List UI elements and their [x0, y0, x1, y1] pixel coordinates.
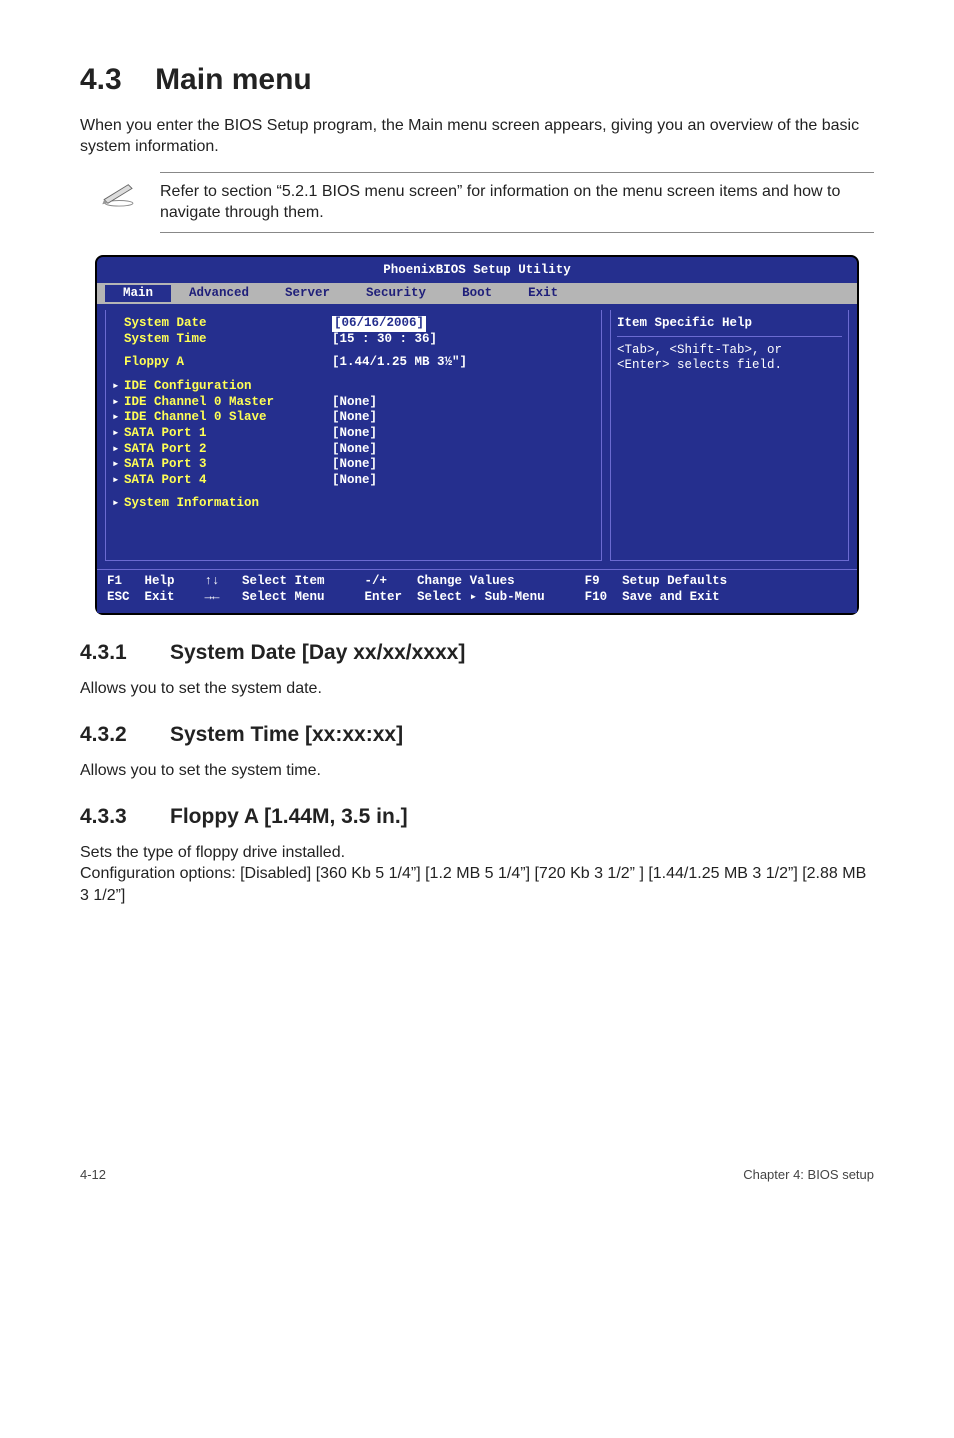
- menu-tab-boot[interactable]: Boot: [444, 285, 510, 303]
- field-label[interactable]: IDE Channel 0 Master: [112, 395, 332, 411]
- subsection-number: 4.3.2: [80, 721, 170, 749]
- bios-help-panel: Item Specific Help <Tab>, <Shift-Tab>, o…: [610, 310, 849, 561]
- subsection-body: Allows you to set the system time.: [80, 760, 874, 782]
- chapter-label: Chapter 4: BIOS setup: [743, 1166, 874, 1184]
- field-label[interactable]: IDE Channel 0 Slave: [112, 410, 332, 426]
- menu-tab-advanced[interactable]: Advanced: [171, 285, 267, 303]
- page-footer: 4-12 Chapter 4: BIOS setup: [80, 1166, 874, 1184]
- subsection-number: 4.3.3: [80, 803, 170, 831]
- menu-tab-main[interactable]: Main: [105, 285, 171, 303]
- subsection-heading: 4.3.1System Date [Day xx/xx/xxxx]: [80, 639, 874, 667]
- subsection-heading: 4.3.3Floppy A [1.44M, 3.5 in.]: [80, 803, 874, 831]
- subsection-body: Sets the type of floppy drive installed.…: [80, 842, 874, 907]
- menu-tab-exit[interactable]: Exit: [510, 285, 576, 303]
- key-col-3: F9 Setup Defaults F10 Save and Exit: [585, 574, 728, 605]
- field-label[interactable]: System Time: [112, 332, 332, 348]
- note-block: Refer to section “5.2.1 BIOS menu screen…: [160, 172, 874, 233]
- field-value[interactable]: [None]: [332, 442, 377, 458]
- intro-paragraph: When you enter the BIOS Setup program, t…: [80, 115, 874, 158]
- menu-tab-server[interactable]: Server: [267, 285, 348, 303]
- bios-screen: PhoenixBIOS Setup Utility MainAdvancedSe…: [95, 255, 859, 616]
- menu-tab-security[interactable]: Security: [348, 285, 444, 303]
- page-number: 4-12: [80, 1166, 106, 1184]
- subsection-body: Allows you to set the system date.: [80, 678, 874, 700]
- field-value[interactable]: [None]: [332, 410, 377, 426]
- pencil-icon: [100, 181, 138, 207]
- note-text: Refer to section “5.2.1 BIOS menu screen…: [160, 181, 874, 224]
- bios-key-bar: F1 Help ↑↓ Select Item ESC Exit →← Selec…: [97, 569, 857, 613]
- help-body: <Tab>, <Shift-Tab>, or <Enter> selects f…: [617, 343, 842, 374]
- field-value[interactable]: [06/16/2006]: [332, 316, 426, 332]
- field-label[interactable]: SATA Port 4: [112, 473, 332, 489]
- subsection-title: Floppy A [1.44M, 3.5 in.]: [170, 805, 408, 828]
- field-value[interactable]: [None]: [332, 457, 377, 473]
- field-label[interactable]: IDE Configuration: [112, 379, 332, 395]
- bios-menu-bar[interactable]: MainAdvancedServerSecurityBootExit: [97, 283, 857, 305]
- field-label[interactable]: System Information: [112, 496, 332, 512]
- field-value[interactable]: [1.44/1.25 MB 3½″]: [332, 355, 467, 371]
- field-value[interactable]: [None]: [332, 473, 377, 489]
- subsection-number: 4.3.1: [80, 639, 170, 667]
- section-heading: 4.3 Main menu: [80, 60, 874, 101]
- subsection-heading: 4.3.2System Time [xx:xx:xx]: [80, 721, 874, 749]
- field-value[interactable]: [15 : 30 : 36]: [332, 332, 437, 348]
- field-label[interactable]: SATA Port 3: [112, 457, 332, 473]
- field-value[interactable]: [None]: [332, 426, 377, 442]
- key-col-1: F1 Help ↑↓ Select Item ESC Exit →← Selec…: [107, 574, 325, 605]
- key-col-2: -/+ Change Values Enter Select ▸ Sub-Men…: [365, 574, 545, 605]
- field-label[interactable]: SATA Port 1: [112, 426, 332, 442]
- field-value[interactable]: [None]: [332, 395, 377, 411]
- field-label[interactable]: Floppy A: [112, 355, 332, 371]
- subsection-title: System Time [xx:xx:xx]: [170, 723, 403, 746]
- field-label[interactable]: System Date: [112, 316, 332, 332]
- section-number: 4.3: [80, 63, 122, 96]
- subsection-title: System Date [Day xx/xx/xxxx]: [170, 641, 465, 664]
- bios-fields-panel[interactable]: System Date[06/16/2006]System Time[15 : …: [105, 310, 602, 561]
- section-title: Main menu: [155, 63, 312, 96]
- field-label[interactable]: SATA Port 2: [112, 442, 332, 458]
- bios-title: PhoenixBIOS Setup Utility: [97, 261, 857, 283]
- help-title: Item Specific Help: [617, 316, 842, 337]
